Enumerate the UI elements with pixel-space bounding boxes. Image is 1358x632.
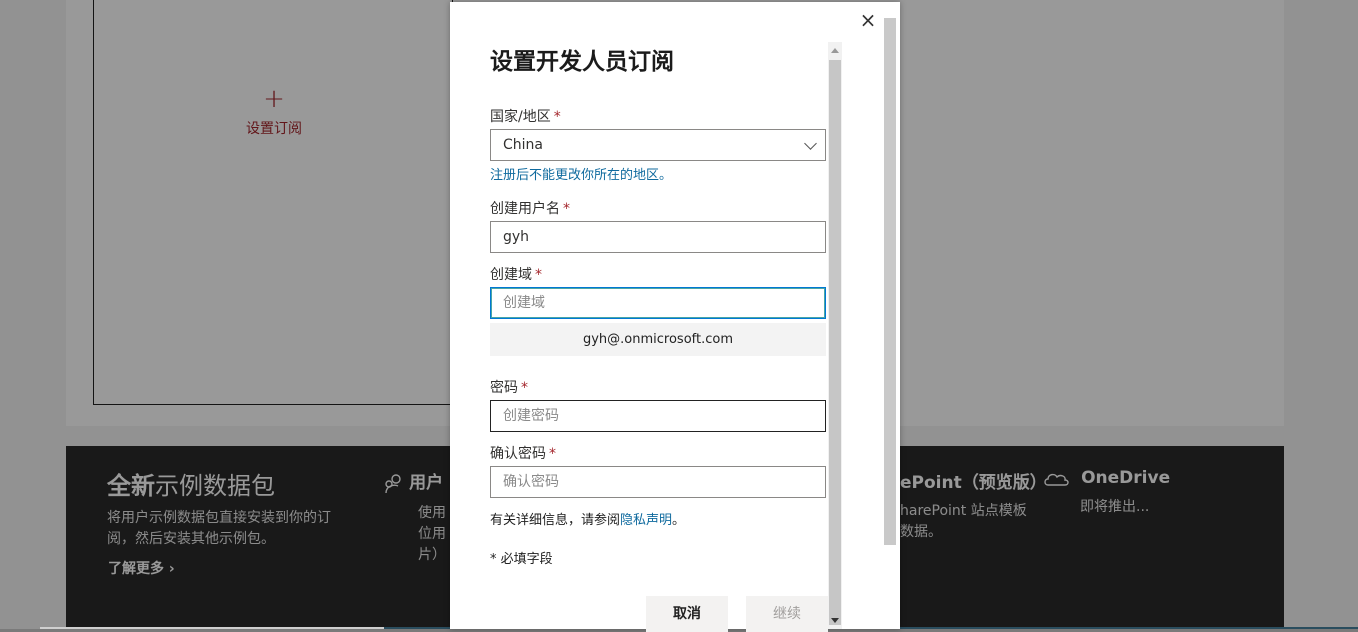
country-select-value: China <box>503 137 543 153</box>
developer-subscription-dialog: × 设置开发人员订阅 国家/地区 * China 注册后不能更改你所在的地区。 创… <box>450 2 900 632</box>
cancel-button[interactable]: 取消 <box>646 596 728 632</box>
domain-label: 创建域 * <box>490 267 542 283</box>
privacy-text: 有关详细信息，请参阅隐私声明。 <box>490 513 686 528</box>
country-label: 国家/地区 * <box>490 109 561 125</box>
close-icon[interactable]: × <box>858 10 878 30</box>
country-select[interactable]: China <box>490 129 826 161</box>
password-input[interactable]: 创建密码 <box>490 400 826 432</box>
dialog-scrollbar[interactable] <box>828 42 842 629</box>
continue-button[interactable]: 继续 <box>746 596 828 632</box>
chevron-down-icon <box>804 137 817 150</box>
scrollbar-thumb[interactable] <box>829 60 841 625</box>
panel-scrollbar-thumb[interactable] <box>884 18 896 545</box>
confirm-password-input[interactable]: 确认密码 <box>490 466 826 498</box>
required-fields-note: * 必填字段 <box>490 552 553 567</box>
country-note: 注册后不能更改你所在的地区。 <box>490 168 673 183</box>
password-label: 密码 * <box>490 380 528 396</box>
username-input[interactable]: gyh <box>490 221 826 253</box>
scroll-up-icon[interactable] <box>831 48 839 53</box>
scroll-down-icon[interactable] <box>831 618 839 623</box>
privacy-statement-link[interactable]: 隐私声明 <box>620 513 672 528</box>
domain-preview: gyh@.onmicrosoft.com <box>490 323 826 356</box>
confirm-password-label: 确认密码 * <box>490 446 556 462</box>
dialog-title: 设置开发人员订阅 <box>490 49 674 75</box>
username-label: 创建用户名 * <box>490 201 570 217</box>
domain-input[interactable]: 创建域 <box>490 287 826 319</box>
